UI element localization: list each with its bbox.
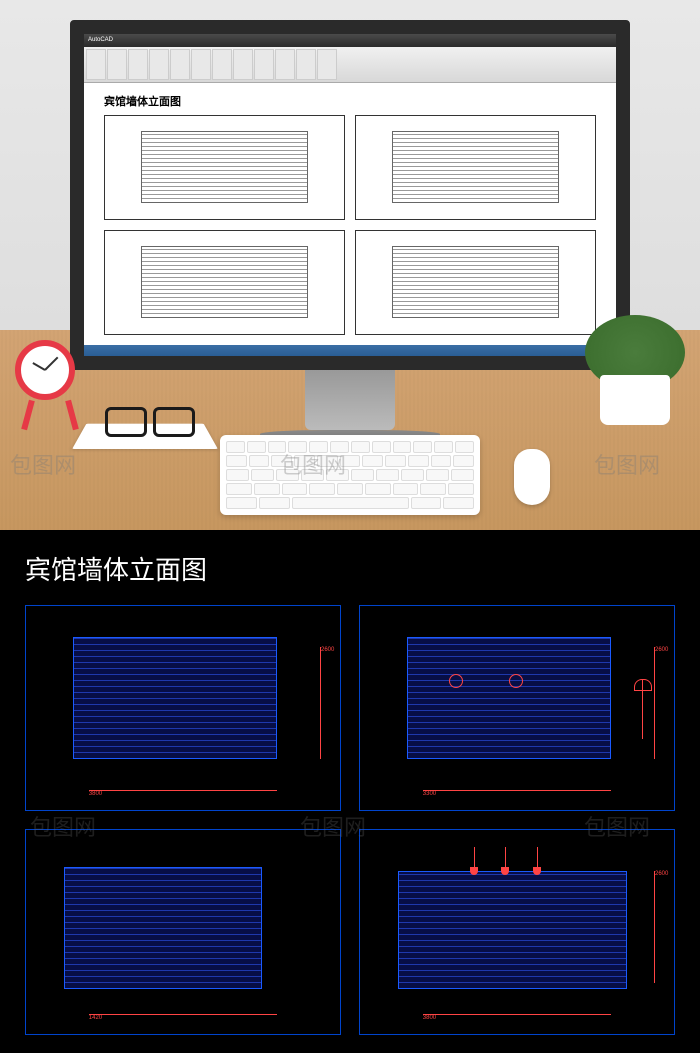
mockup-scene: AutoCAD 宾馆墙体立面图 [0,0,700,530]
alarm-clock [15,340,85,430]
cad-drawing-canvas[interactable]: 宾馆墙体立面图 [84,83,616,345]
wall-elevation [407,637,611,759]
ribbon-button[interactable] [86,49,106,80]
fixture-icon [449,674,463,688]
monitor: AutoCAD 宾馆墙体立面图 [70,20,630,440]
floor-lamp-icon [642,679,643,739]
elevation-drawing [141,131,308,203]
drawing-title-large: 宾馆墙体立面图 [25,550,675,587]
elevation-drawing [392,246,559,318]
ribbon-button[interactable] [128,49,148,80]
clock-face [15,340,75,400]
plant-pot [600,375,670,425]
dimension-horizontal: 1420 [89,1014,277,1026]
dimension-horizontal: 3800 [89,790,277,802]
clock-leg [65,400,79,431]
cad-titlebar[interactable]: AutoCAD [84,34,616,47]
wall-elevation [73,637,277,759]
elevation-tile-4[interactable] [355,230,596,335]
fixture-icon [509,674,523,688]
ribbon-button[interactable] [317,49,337,80]
eyeglasses [105,407,195,435]
elevation-drawing [141,246,308,318]
ribbon-button[interactable] [107,49,127,80]
dimension-vertical: 2600 [654,647,666,759]
mouse [514,449,550,505]
elevation-panel-3[interactable]: 1420 [25,829,341,1035]
windows-taskbar[interactable] [84,345,616,356]
dimension-horizontal: 3800 [423,1014,611,1026]
drawing-title: 宾馆墙体立面图 [104,93,596,109]
monitor-screen: AutoCAD 宾馆墙体立面图 [70,20,630,370]
cad-application: AutoCAD 宾馆墙体立面图 [84,34,616,356]
pendant-light-icon [533,867,541,875]
elevation-tile-2[interactable] [355,115,596,220]
dimension-vertical: 2600 [654,871,666,983]
elevation-tile-1[interactable] [104,115,345,220]
cad-ribbon-toolbar[interactable] [84,47,616,83]
pendant-light-icon [470,867,478,875]
elevation-panel-1[interactable]: 3800 2600 [25,605,341,811]
potted-plant [580,315,690,425]
hatch-lines [74,638,276,758]
ribbon-button[interactable] [170,49,190,80]
cad-viewport-grid [104,115,596,335]
ribbon-button[interactable] [149,49,169,80]
dimension-vertical: 2600 [320,647,332,759]
ribbon-button[interactable] [296,49,316,80]
dimension-horizontal: 3300 [423,790,611,802]
ribbon-button[interactable] [275,49,295,80]
ribbon-button[interactable] [212,49,232,80]
hatch-lines [65,868,261,988]
wall-elevation [64,867,262,989]
app-title: AutoCAD [88,37,113,43]
ribbon-button[interactable] [233,49,253,80]
ribbon-button[interactable] [191,49,211,80]
clock-leg [21,400,35,431]
elevation-grid: 3800 2600 3300 2600 1420 [25,605,675,1035]
wall-elevation [398,871,627,989]
elevation-panel-4[interactable]: 3800 2600 [359,829,675,1035]
pendant-light-icon [501,867,509,875]
hatch-lines [408,638,610,758]
monitor-stand [305,370,395,430]
ribbon-button[interactable] [254,49,274,80]
elevation-drawing [392,131,559,203]
elevation-panel-2[interactable]: 3300 2600 [359,605,675,811]
hatch-lines [399,872,626,988]
elevation-tile-3[interactable] [104,230,345,335]
cad-detail-view: 宾馆墙体立面图 3800 2600 3300 2600 [0,530,700,1053]
keyboard [220,435,480,515]
